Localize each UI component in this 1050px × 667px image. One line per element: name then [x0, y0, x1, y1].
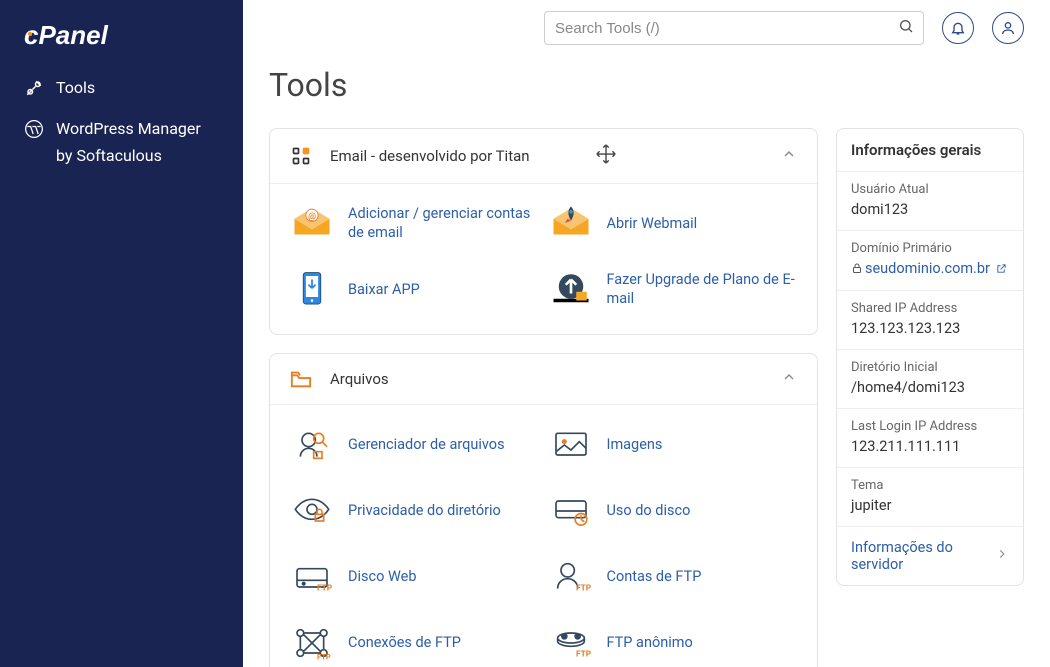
images-icon [549, 423, 593, 467]
tool-label: Adicionar / gerenciar contas de email [348, 205, 539, 243]
chevron-up-icon[interactable] [781, 369, 797, 389]
tool-label: Disco Web [348, 568, 416, 587]
tool-download-app[interactable]: Baixar APP [290, 260, 539, 320]
tool-ftp-connections[interactable]: FTP Conexões de FTP [290, 613, 539, 667]
tool-anonymous-ftp[interactable]: FTP FTP anônimo [549, 613, 798, 667]
account-button[interactable] [992, 12, 1024, 44]
tool-label: Fazer Upgrade de Plano de E-mail [607, 271, 798, 309]
sidebar-item-sublabel: by Softaculous [56, 146, 219, 167]
search-wrap [544, 11, 924, 45]
info-label: Domínio Primário [851, 241, 1009, 256]
svg-text:FTP: FTP [317, 653, 331, 662]
tool-label: Contas de FTP [607, 568, 702, 587]
info-label: Last Login IP Address [851, 419, 1009, 434]
sidebar-item-label: Tools [56, 78, 95, 99]
anonymous-ftp-icon: FTP [549, 621, 593, 665]
tool-label: Imagens [607, 436, 663, 455]
info-row-current-user: Usuário Atual domi123 [837, 172, 1023, 231]
tool-label: Gerenciador de arquivos [348, 436, 505, 455]
search-input[interactable] [544, 11, 924, 45]
link-label: Informações do servidor [851, 539, 995, 573]
tool-label: Uso do disco [607, 502, 691, 521]
info-value: domi123 [851, 201, 1009, 218]
info-value: /home4/domi123 [851, 379, 1009, 396]
panel-files: Arquivos Gerencia [269, 353, 818, 667]
panel-title: Email - desenvolvido por Titan [330, 147, 530, 165]
disk-usage-icon [549, 489, 593, 533]
svg-text:FTP: FTP [317, 583, 332, 593]
wordpress-icon [24, 119, 44, 139]
notifications-button[interactable] [942, 12, 974, 44]
sidebar: cPanel Tools WordPress Manager by Softac… [0, 0, 243, 667]
tool-directory-privacy[interactable]: Privacidade do diretório [290, 481, 539, 541]
tool-file-manager[interactable]: Gerenciador de arquivos [290, 415, 539, 475]
topbar [243, 0, 1050, 56]
sidebar-item-wordpress-manager[interactable]: WordPress Manager by Softaculous [0, 109, 243, 177]
server-info-link[interactable]: Informações do servidor [837, 527, 1023, 585]
tool-web-disk[interactable]: FTP Disco Web [290, 547, 539, 607]
sidebar-item-label: WordPress Manager [56, 119, 201, 140]
web-disk-icon: FTP [290, 555, 334, 599]
envelope-at-icon: @ [290, 202, 334, 246]
tool-ftp-accounts[interactable]: FTP Contas de FTP [549, 547, 798, 607]
lock-icon [851, 261, 863, 278]
panel-title: Arquivos [330, 370, 389, 388]
user-icon [1000, 20, 1016, 36]
info-row-last-login-ip: Last Login IP Address 123.211.111.111 [837, 409, 1023, 468]
apps-icon [290, 145, 312, 167]
cpanel-logo: cPanel [0, 20, 243, 68]
folder-icon [290, 368, 312, 390]
file-manager-icon [290, 423, 334, 467]
info-label: Diretório Inicial [851, 360, 1009, 375]
chevron-right-icon [995, 547, 1009, 565]
info-label: Shared IP Address [851, 301, 1009, 316]
info-heading: Informações gerais [837, 129, 1023, 172]
tool-label: Abrir Webmail [607, 215, 698, 234]
panel-head-files[interactable]: Arquivos [270, 354, 817, 405]
search-icon [898, 18, 914, 38]
tool-images[interactable]: Imagens [549, 415, 798, 475]
info-row-primary-domain: Domínio Primário seudominio.com.br [837, 231, 1023, 291]
tool-label: Conexões de FTP [348, 634, 461, 653]
panel-email: Email - desenvolvido por Titan [269, 128, 818, 335]
tool-label: Privacidade do diretório [348, 502, 501, 521]
info-value: jupiter [851, 497, 1009, 514]
eye-lock-icon [290, 489, 334, 533]
envelope-rocket-icon [549, 202, 593, 246]
panel-head-email[interactable]: Email - desenvolvido por Titan [270, 129, 817, 184]
info-value[interactable]: seudominio.com.br [851, 260, 1009, 278]
sidebar-item-tools[interactable]: Tools [0, 68, 243, 109]
info-row-home-dir: Diretório Inicial /home4/domi123 [837, 350, 1023, 409]
tool-upgrade-email-plan[interactable]: Fazer Upgrade de Plano de E-mail [549, 260, 798, 320]
info-value: 123.123.123.123 [851, 320, 1009, 337]
svg-text:cPanel: cPanel [24, 20, 109, 50]
ftp-accounts-icon: FTP [549, 555, 593, 599]
info-value: 123.211.111.111 [851, 438, 1009, 455]
move-icon[interactable] [595, 143, 617, 169]
tool-label: FTP anônimo [607, 634, 693, 653]
tool-open-webmail[interactable]: Abrir Webmail [549, 194, 798, 254]
tool-disk-usage[interactable]: Uso do disco [549, 481, 798, 541]
svg-text:FTP: FTP [576, 583, 591, 593]
tool-label: Baixar APP [348, 281, 420, 300]
bell-icon [950, 20, 966, 36]
chevron-up-icon[interactable] [781, 146, 797, 166]
info-row-theme: Tema jupiter [837, 468, 1023, 527]
tools-icon [24, 78, 44, 98]
tool-manage-email-accounts[interactable]: @ Adicionar / gerenciar contas de email [290, 194, 539, 254]
svg-text:@: @ [308, 212, 316, 222]
info-label: Usuário Atual [851, 182, 1009, 197]
svg-text:FTP: FTP [576, 649, 591, 659]
page-title: Tools [269, 66, 818, 104]
upgrade-circle-icon [549, 268, 593, 312]
external-link-icon [996, 261, 1007, 278]
ftp-connections-icon: FTP [290, 621, 334, 665]
info-row-shared-ip: Shared IP Address 123.123.123.123 [837, 291, 1023, 350]
info-label: Tema [851, 478, 1009, 493]
phone-download-icon [290, 268, 334, 312]
general-info-panel: Informações gerais Usuário Atual domi123… [836, 128, 1024, 586]
